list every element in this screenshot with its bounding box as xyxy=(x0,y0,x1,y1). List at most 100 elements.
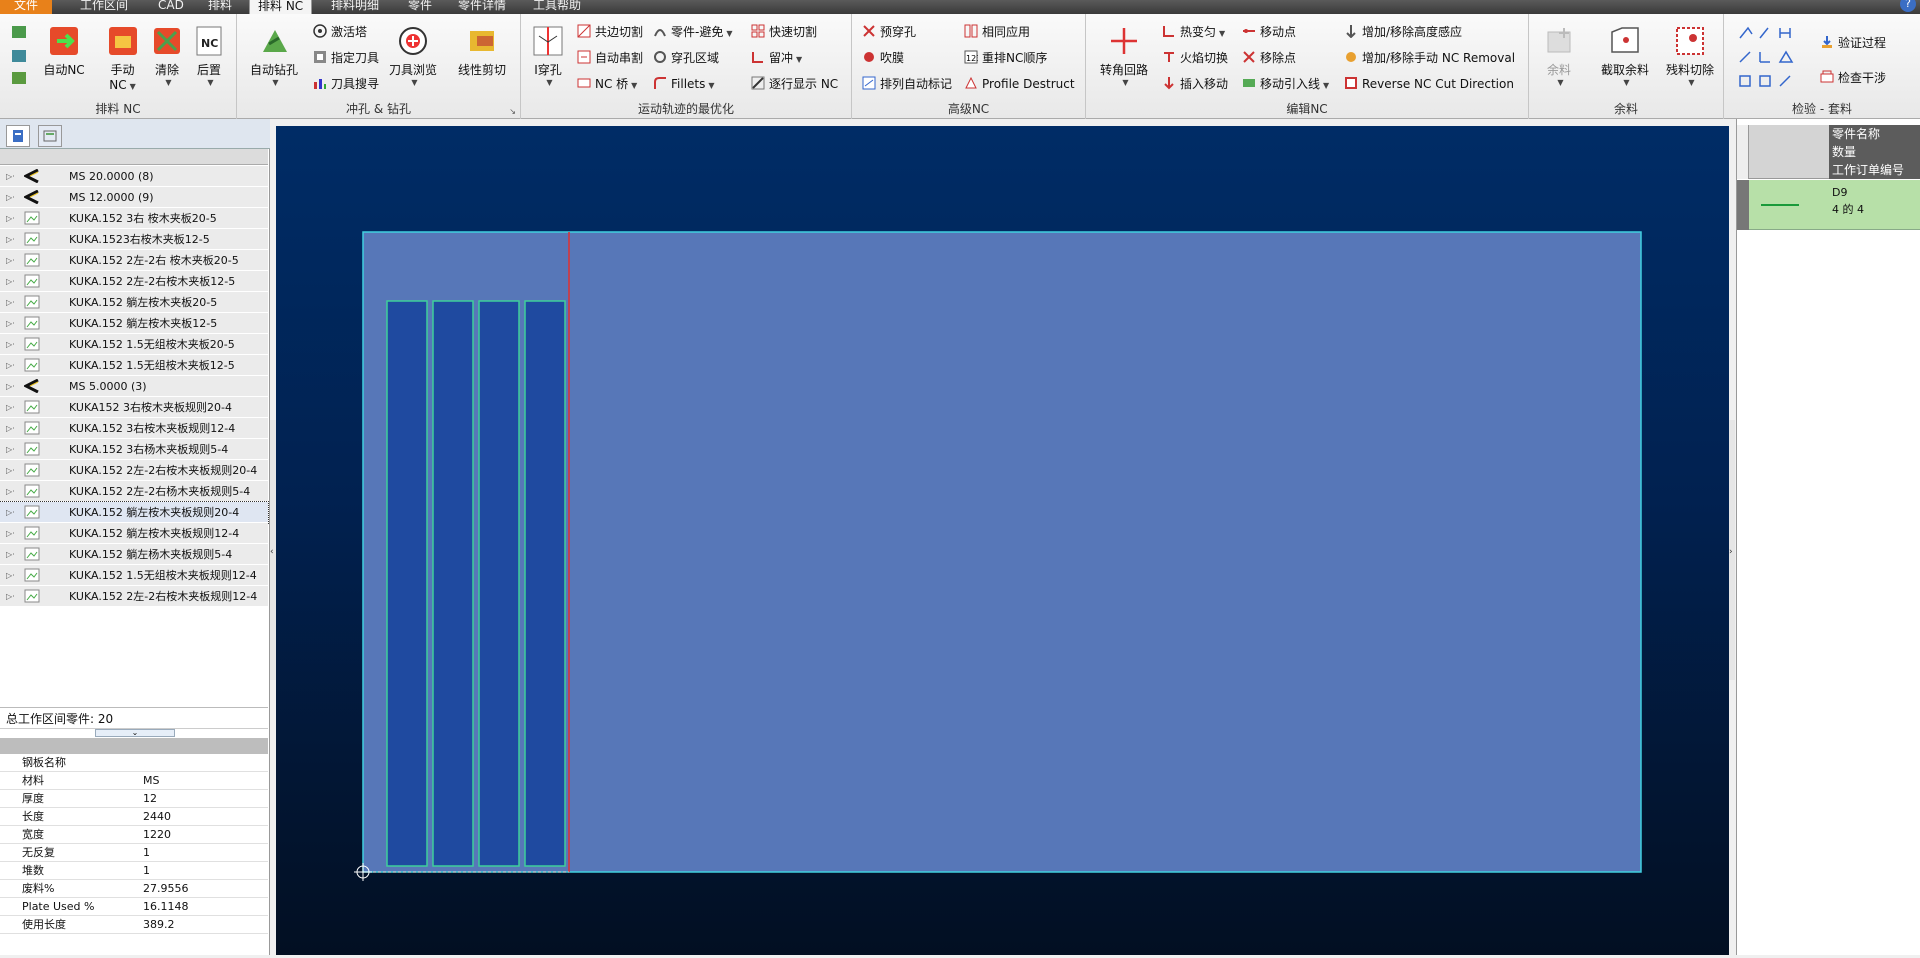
expand-icon[interactable]: ▷· xyxy=(6,208,15,229)
reorder-nc-button[interactable]: 123 重排NC顺序 xyxy=(964,49,1047,67)
expand-icon[interactable]: ▷· xyxy=(6,166,15,187)
property-row[interactable]: Plate Used % 16.1148 xyxy=(0,898,268,916)
property-row[interactable]: 使用长度 389.2 xyxy=(0,916,268,934)
tab-file[interactable]: 文件 xyxy=(0,0,53,14)
remnant-button[interactable]: 余料 ▼ xyxy=(1537,24,1581,87)
tab-nesting[interactable]: 排料 xyxy=(200,0,240,14)
auto-mark-button[interactable]: 排列自动标记 xyxy=(862,75,952,93)
move-lead-button[interactable]: 移动引入线 ▼ xyxy=(1242,75,1329,93)
tree-part-row[interactable]: ▷· KUKA.1523右桉木夹板12-5 xyxy=(0,229,268,250)
property-row[interactable]: 无反复 1 xyxy=(0,844,268,862)
manual-nc-button[interactable]: 手动 NC ▼ xyxy=(100,24,145,92)
tree-part-row[interactable]: ▷· KUKA152 3右桉木夹板规则20-4 xyxy=(0,397,268,418)
quick-cut-button[interactable]: 快速切割 xyxy=(751,23,817,41)
tree-part-row[interactable]: ▷· KUKA.152 躺左桉木夹板规则20-4 xyxy=(0,501,269,524)
part-list-row[interactable]: D9 4 的 4 xyxy=(1737,180,1920,230)
tab-nest-nc[interactable]: 排料 NC xyxy=(249,0,313,14)
same-apply-button[interactable]: 相同应用 xyxy=(964,23,1030,41)
tree-part-row[interactable]: ▷· KUKA.152 躺左桉木夹板规则12-4 xyxy=(0,523,268,544)
fillets-button[interactable]: Fillets ▼ xyxy=(653,75,715,93)
tree-part-row[interactable]: ▷· KUKA.152 2左-2右杨木夹板规则5-4 xyxy=(0,481,268,502)
expand-icon[interactable]: ▷· xyxy=(6,397,15,418)
expand-icon[interactable]: ▷· xyxy=(6,271,15,292)
auto-chain-button[interactable]: 自动串割 xyxy=(577,49,643,67)
hot-deform-button[interactable]: 热变匀 ▼ xyxy=(1162,23,1225,41)
corner-loop-button[interactable]: 转角回路 ▼ xyxy=(1098,24,1150,87)
pre-pierce-button[interactable]: 预穿孔 xyxy=(862,23,916,41)
property-row[interactable]: 堆数 1 xyxy=(0,862,268,880)
tree-part-row[interactable]: ▷· KUKA.152 躺左桉木夹板20-5 xyxy=(0,292,268,313)
expand-icon[interactable]: ▷· xyxy=(6,355,15,376)
tree-part-row[interactable]: ▷· KUKA.152 3右桉木夹板规则12-4 xyxy=(0,418,268,439)
property-row[interactable]: 材料 MS xyxy=(0,772,268,790)
tab-tool-help[interactable]: 工具帮助 xyxy=(525,0,589,14)
tree-plate-row[interactable]: ▷· MS 5.0000 (3) xyxy=(0,376,268,397)
nc-bridge-button[interactable]: NC 桥 ▼ xyxy=(577,75,637,93)
tree-part-row[interactable]: ▷· KUKA.152 2左-2右 桉木夹板20-5 xyxy=(0,250,268,271)
tree-part-row[interactable]: ▷· KUKA.152 躺左杨木夹板规则5-4 xyxy=(0,544,268,565)
check-interference-button[interactable]: 检查干涉 xyxy=(1820,69,1886,87)
add-remove-height-button[interactable]: 增加/移除高度感应 xyxy=(1344,23,1462,41)
property-row[interactable]: 钢板名称 xyxy=(0,754,268,772)
tool-browse-button[interactable]: 刀具浏览 ▼ xyxy=(385,24,441,87)
expand-icon[interactable]: ▷· xyxy=(6,334,15,355)
tab-workspace[interactable]: 工作区间 xyxy=(72,0,136,14)
pierce-area-button[interactable]: 穿孔区域 xyxy=(653,49,719,67)
tab-part[interactable]: 零件 xyxy=(400,0,440,14)
property-row[interactable]: 长度 2440 xyxy=(0,808,268,826)
tree-part-row[interactable]: ▷· KUKA.152 2左-2右桉木夹板规则12-4 xyxy=(0,586,268,607)
tab-cad[interactable]: CAD xyxy=(150,0,192,14)
cut-remnant-button[interactable]: 截取余料 ▼ xyxy=(1595,24,1655,87)
panel-splitter[interactable]: ⌄ xyxy=(95,729,175,737)
add-remove-manual-button[interactable]: 增加/移除手动 NC Removal xyxy=(1344,49,1515,67)
remove-point-button[interactable]: 移除点 xyxy=(1242,49,1296,67)
nest-drawing[interactable] xyxy=(276,126,1729,955)
expand-icon[interactable]: ▷· xyxy=(6,439,15,460)
row-selector[interactable] xyxy=(1737,180,1749,230)
expand-icon[interactable]: ▷· xyxy=(6,460,15,481)
property-row[interactable]: 宽度 1220 xyxy=(0,826,268,844)
expand-icon[interactable]: ▷· xyxy=(6,565,15,586)
line-display-button[interactable]: 逐行显示 NC xyxy=(751,75,838,93)
property-row[interactable]: 废料% 27.9556 xyxy=(0,880,268,898)
expand-icon[interactable]: ▷· xyxy=(6,313,15,334)
remnant-cut-button[interactable]: 残料切除 ▼ xyxy=(1661,24,1719,87)
linear-cut-button[interactable]: 线性剪切 xyxy=(449,24,515,78)
tree-part-row[interactable]: ▷· KUKA.152 3右杨木夹板规则5-4 xyxy=(0,439,268,460)
col-part-name[interactable]: 零件名称 xyxy=(1832,125,1920,143)
blow-film-button[interactable]: 吹膜 xyxy=(862,49,904,67)
verify-process-button[interactable]: 验证过程 xyxy=(1820,34,1886,52)
tree-part-row[interactable]: ▷· KUKA.152 1.5无组桉木夹板12-5 xyxy=(0,355,268,376)
tree-part-row[interactable]: ▷· KUKA.152 2左-2右桉木夹板12-5 xyxy=(0,271,268,292)
auto-nc-button[interactable]: 自动NC xyxy=(40,24,88,78)
tab-nest-detail[interactable]: 排料明细 xyxy=(323,0,387,14)
expand-icon[interactable]: ▷· xyxy=(6,229,15,250)
activate-turret-button[interactable]: 激活塔 xyxy=(313,23,367,41)
profile-destruct-button[interactable]: Profile Destruct xyxy=(964,75,1075,93)
expand-icon[interactable]: ▷· xyxy=(6,376,15,397)
tree-part-row[interactable]: ▷· KUKA.152 1.5无组桉木夹板规则12-4 xyxy=(0,565,268,586)
reverse-nc-button[interactable]: Reverse NC Cut Direction xyxy=(1344,75,1514,93)
right-collapse-handle[interactable]: › xyxy=(1729,420,1735,680)
move-point-button[interactable]: 移动点 xyxy=(1242,23,1296,41)
tree-part-row[interactable]: ▷· KUKA.152 躺左桉木夹板12-5 xyxy=(0,313,268,334)
expand-icon[interactable]: ▷· xyxy=(6,544,15,565)
tree-part-row[interactable]: ▷· KUKA.152 3右 桉木夹板20-5 xyxy=(0,208,268,229)
assign-tool-button[interactable]: 指定刀具 xyxy=(313,49,379,67)
expand-icon[interactable]: ▷· xyxy=(6,250,15,271)
flame-switch-button[interactable]: 火焰切换 xyxy=(1162,49,1228,67)
help-icon[interactable]: ? xyxy=(1900,0,1916,12)
expand-icon[interactable]: ▷· xyxy=(6,187,15,208)
clear-button[interactable]: 清除 ▼ xyxy=(147,24,187,87)
common-cut-button[interactable]: 共边切割 xyxy=(577,23,643,41)
property-row[interactable]: 厚度 12 xyxy=(0,790,268,808)
col-quantity[interactable]: 数量 xyxy=(1832,143,1920,161)
post-button[interactable]: NC 后置 ▼ xyxy=(189,24,229,87)
expand-icon[interactable]: ▷· xyxy=(6,418,15,439)
list-view-tab[interactable] xyxy=(38,125,62,147)
auto-drill-button[interactable]: 自动钻孔 ▼ xyxy=(249,24,299,87)
nest-canvas[interactable] xyxy=(276,126,1729,955)
expand-icon[interactable]: ▷· xyxy=(6,586,15,607)
tree-part-row[interactable]: ▷· KUKA.152 2左-2右桉木夹板规则20-4 xyxy=(0,460,268,481)
tree-plate-row[interactable]: ▷· MS 12.0000 (9) xyxy=(0,187,268,208)
